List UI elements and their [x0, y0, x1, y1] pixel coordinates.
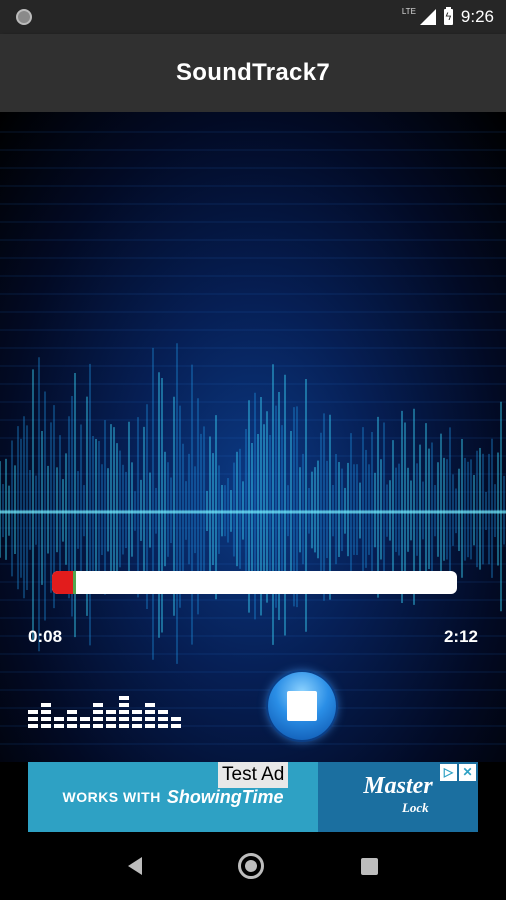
total-time: 2:12 — [443, 627, 478, 646]
home-icon[interactable] — [238, 853, 265, 879]
test-ad-label: Test Ad — [218, 762, 289, 788]
app-bar: SoundTrack7 — [0, 34, 506, 112]
ad-showingtime-logo: ShowingTime — [166, 786, 284, 807]
navigation-bar — [0, 832, 506, 900]
waveform-image — [0, 131, 506, 745]
status-left — [16, 9, 32, 25]
stop-icon — [287, 691, 317, 721]
ad-works-with-text: WORKS WITH — [62, 789, 161, 805]
ad-masterlock-logo: Master Lock — [363, 773, 433, 819]
ad-masterlock-sub: Lock — [401, 800, 429, 815]
status-bar: LTE 9:26 — [0, 0, 506, 34]
ad-masterlock-main: Master — [363, 773, 433, 799]
stop-button[interactable] — [268, 672, 336, 740]
elapsed-time: 0:08 — [28, 627, 63, 646]
signal-icon — [419, 9, 436, 25]
playback-progress-bar[interactable] — [52, 571, 457, 594]
notification-dot-icon — [16, 9, 32, 25]
ad-close-icon[interactable]: ✕ — [459, 764, 476, 781]
app-title: SoundTrack7 — [175, 59, 330, 86]
waveform-background — [0, 112, 506, 762]
ad-banner[interactable]: WORKS WITH ShowingTime Master Lock Test … — [28, 762, 478, 832]
ad-choices-icon[interactable]: ▷ — [440, 764, 457, 781]
playback-progress-fill — [52, 571, 77, 594]
network-type-label: LTE — [401, 6, 416, 16]
status-right: LTE 9:26 — [402, 7, 494, 27]
battery-charging-icon — [443, 7, 453, 25]
ad-choices[interactable]: ▷ ✕ — [440, 764, 476, 781]
status-clock: 9:26 — [460, 7, 494, 26]
equalizer-icon[interactable] — [28, 684, 182, 728]
recent-apps-icon[interactable] — [360, 857, 378, 875]
back-icon[interactable] — [128, 857, 143, 875]
